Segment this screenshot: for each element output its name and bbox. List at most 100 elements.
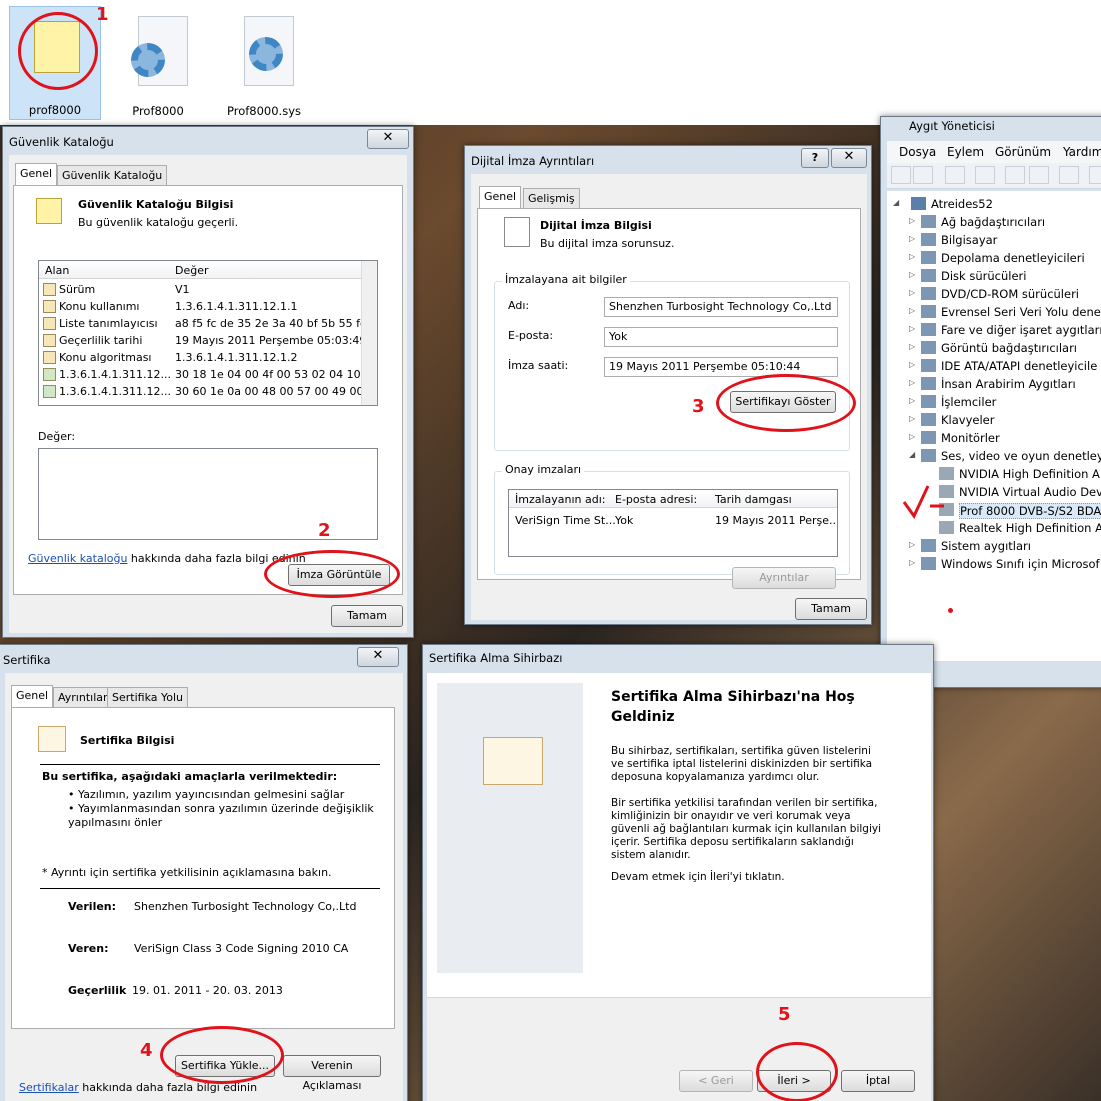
desktop-icon-prof8000-sys[interactable]: Prof8000.sys bbox=[218, 6, 310, 120]
wizard-paragraph: Devam etmek için İleri'yi tıklatın. bbox=[611, 871, 785, 883]
help-button[interactable]: ? bbox=[801, 148, 829, 168]
tab-guvenlik-katalogu[interactable]: Güvenlik Kataloğu bbox=[57, 165, 168, 185]
gecerlilik-value: 19. 01. 2011 - 20. 03. 2013 bbox=[132, 984, 283, 997]
window-client: Genel Ayrıntılar Sertifika Yolu Sertifik… bbox=[5, 673, 403, 1101]
iptal-button[interactable]: İptal bbox=[841, 1070, 915, 1092]
expand-icon[interactable]: ▷ bbox=[909, 252, 915, 261]
tree-item[interactable]: ▷ IDE ATA/ATAPI denetleyicile bbox=[887, 357, 1101, 375]
tree-item[interactable]: ◢ Ses, video ve oyun denetleyi bbox=[887, 447, 1101, 465]
expand-icon[interactable]: ▷ bbox=[909, 378, 915, 387]
expand-icon[interactable]: ▷ bbox=[909, 288, 915, 297]
table-row[interactable]: VeriSign Time St... Yok 19 Mayıs 2011 Pe… bbox=[509, 512, 837, 529]
adi-field[interactable]: Shenzhen Turbosight Technology Co,.Ltd bbox=[604, 297, 838, 317]
properties-icon[interactable] bbox=[975, 166, 995, 184]
expand-icon[interactable]: ▷ bbox=[909, 360, 915, 369]
imza-goruntule-button[interactable]: İmza Görüntüle bbox=[288, 564, 390, 586]
view-icon[interactable] bbox=[1029, 166, 1049, 184]
tree-item[interactable]: ▷ İnsan Arabirim Aygıtları bbox=[887, 375, 1101, 393]
sertifika-yukle-button[interactable]: Sertifika Yükle... bbox=[175, 1055, 275, 1077]
collapse-icon[interactable]: ◢ bbox=[909, 450, 915, 459]
forward-icon[interactable] bbox=[913, 166, 933, 184]
tab-ayrintilar[interactable]: Ayrıntılar bbox=[53, 687, 113, 707]
imza-saati-label: İmza saati: bbox=[508, 359, 569, 372]
tab-genel[interactable]: Genel bbox=[479, 186, 522, 208]
tab-genel[interactable]: Genel bbox=[15, 163, 58, 185]
tab-genel[interactable]: Genel bbox=[11, 685, 54, 707]
list-item[interactable]: Sürüm V1 bbox=[39, 281, 377, 298]
verenin-aciklamasi-button[interactable]: Verenin Açıklaması bbox=[283, 1055, 381, 1092]
tree-item[interactable]: ▷ Ağ bağdaştırıcıları bbox=[887, 213, 1101, 231]
help-icon[interactable] bbox=[1005, 166, 1025, 184]
device-icon bbox=[921, 431, 936, 444]
tree-item[interactable]: ▷ Klavyeler bbox=[887, 411, 1101, 429]
tab-sertifika-yolu[interactable]: Sertifika Yolu bbox=[107, 687, 189, 707]
sertifikalar-link[interactable]: Sertifikalar bbox=[19, 1081, 79, 1094]
desktop-icon-prof8000-cat[interactable]: prof8000 bbox=[9, 6, 101, 120]
ileri-button[interactable]: İleri > bbox=[757, 1070, 831, 1092]
close-button[interactable]: ✕ bbox=[357, 647, 399, 667]
countersignature-list[interactable]: İmzalayanın adı: E-posta adresi: Tarih d… bbox=[508, 489, 838, 557]
list-item[interactable]: 1.3.6.1.4.1.311.12... 30 60 1e 0a 00 48 0… bbox=[39, 383, 377, 400]
imza-saati-field[interactable]: 19 Mayıs 2011 Perşembe 05:10:44 bbox=[604, 357, 838, 377]
column-eposta[interactable]: E-posta adresi: bbox=[615, 493, 697, 506]
tree-item[interactable]: ▷ Disk sürücüleri bbox=[887, 267, 1101, 285]
menu-gorunum[interactable]: Görünüm bbox=[995, 145, 1051, 159]
expand-icon[interactable]: ▷ bbox=[909, 540, 915, 549]
list-cell-alan: Liste tanımlayıcısı bbox=[59, 317, 158, 330]
expand-icon[interactable]: ▷ bbox=[909, 342, 915, 351]
tamam-button[interactable]: Tamam bbox=[795, 598, 867, 620]
column-deger[interactable]: Değer bbox=[175, 264, 209, 277]
menu-eylem[interactable]: Eylem bbox=[947, 145, 984, 159]
tree-label: Ses, video ve oyun denetleyi bbox=[941, 449, 1101, 463]
console-tree-icon[interactable] bbox=[945, 166, 965, 184]
tree-item[interactable]: ▷ DVD/CD-ROM sürücüleri bbox=[887, 285, 1101, 303]
device-icon bbox=[921, 305, 936, 318]
expand-icon[interactable]: ▷ bbox=[909, 270, 915, 279]
expand-icon[interactable]: ▷ bbox=[909, 432, 915, 441]
close-button[interactable]: ✕ bbox=[831, 148, 867, 168]
guvenlik-katalogu-link[interactable]: Güvenlik kataloğu bbox=[28, 552, 127, 565]
scan-hardware-icon[interactable] bbox=[1059, 166, 1079, 184]
expand-icon[interactable]: ▷ bbox=[909, 558, 915, 567]
tree-item[interactable]: ▷ Evrensel Seri Veri Yolu denet bbox=[887, 303, 1101, 321]
sertifikayi-goster-button[interactable]: Sertifikayı Göster bbox=[730, 391, 836, 413]
field-list[interactable]: Alan Değer Sürüm V1 Konu kullanımı 1.3.6.1.… bbox=[38, 260, 378, 406]
ayrintilar-button[interactable]: Ayrıntılar bbox=[732, 567, 836, 589]
list-item[interactable]: Konu algoritması 1.3.6.1.4.1.311.12.1.2 bbox=[39, 349, 377, 366]
tree-item[interactable]: ▷ Windows Sınıfı için Microsof bbox=[887, 555, 1101, 573]
expand-icon[interactable]: ▷ bbox=[909, 396, 915, 405]
list-item[interactable]: 1.3.6.1.4.1.311.12... 30 18 1e 04 00 4f 0… bbox=[39, 366, 377, 383]
tree-item[interactable]: ▷ Sistem aygıtları bbox=[887, 537, 1101, 555]
expand-icon[interactable]: ▷ bbox=[909, 306, 915, 315]
tree-item[interactable]: ▷ Görüntü bağdaştırıcıları bbox=[887, 339, 1101, 357]
menu-dosya[interactable]: Dosya bbox=[899, 145, 936, 159]
expand-icon[interactable]: ▷ bbox=[909, 234, 915, 243]
column-tarih[interactable]: Tarih damgası bbox=[715, 493, 792, 506]
expand-icon[interactable]: ▷ bbox=[909, 324, 915, 333]
list-scrollbar[interactable] bbox=[361, 261, 377, 405]
tree-item[interactable]: ▷ İşlemciler bbox=[887, 393, 1101, 411]
eposta-field[interactable]: Yok bbox=[604, 327, 838, 347]
list-item[interactable]: Konu kullanımı 1.3.6.1.4.1.311.12.1.1 bbox=[39, 298, 377, 315]
update-driver-icon[interactable] bbox=[1089, 166, 1101, 184]
tree-item[interactable]: ▷ Bilgisayar bbox=[887, 231, 1101, 249]
tree-item[interactable]: ▷ Fare ve diğer işaret aygıtları bbox=[887, 321, 1101, 339]
column-imzalayan[interactable]: İmzalayanın adı: bbox=[515, 493, 606, 506]
tree-item[interactable]: ▷ Monitörler bbox=[887, 429, 1101, 447]
expand-icon[interactable]: ▷ bbox=[909, 216, 915, 225]
tamam-button[interactable]: Tamam bbox=[331, 605, 403, 627]
list-item[interactable]: Geçerlilik tarihi 19 Mayıs 2011 Perşembe … bbox=[39, 332, 377, 349]
menu-yardim[interactable]: Yardım bbox=[1063, 145, 1101, 159]
tab-gelismis[interactable]: Gelişmiş bbox=[523, 188, 580, 208]
tree-item[interactable]: ▷ Depolama denetleyicileri bbox=[887, 249, 1101, 267]
geri-button[interactable]: < Geri bbox=[679, 1070, 753, 1092]
expand-icon[interactable]: ▷ bbox=[909, 414, 915, 423]
list-item[interactable]: Liste tanımlayıcısı a8 f5 fc de 35 2e 3a … bbox=[39, 315, 377, 332]
wizard-side-panel bbox=[437, 683, 583, 973]
column-alan[interactable]: Alan bbox=[45, 264, 69, 277]
field-icon bbox=[43, 283, 56, 296]
back-icon[interactable] bbox=[891, 166, 911, 184]
sertifika-window: Sertifika ✕ Genel Ayrıntılar Sertifika Y… bbox=[0, 644, 408, 1101]
desktop-icon-prof8000-inf[interactable]: Prof8000 bbox=[112, 6, 204, 120]
close-button[interactable]: ✕ bbox=[367, 129, 409, 149]
